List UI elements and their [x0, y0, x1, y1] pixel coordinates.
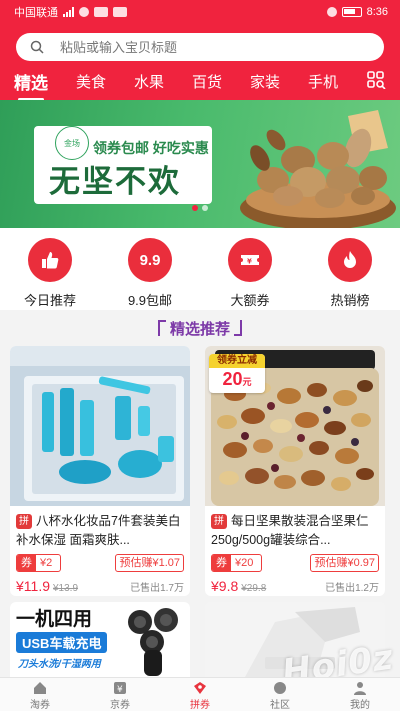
shaver-image [128, 608, 178, 676]
original-price: ¥29.8 [241, 583, 267, 594]
home-icon [34, 682, 46, 694]
bottom-navigation: 淘券 ¥ 京券 拼券 社区 我的 [0, 677, 400, 711]
search-icon [30, 40, 44, 54]
price: ¥9.8 [211, 578, 239, 594]
product-card[interactable]: 领券立减 20元 拼每日坚果散装混合坚果仁250g/500g罐装综合... 券 ¥… [205, 346, 385, 596]
app-notification-icon [113, 7, 127, 17]
tab-featured[interactable]: 精选 [0, 69, 62, 94]
entry-hot-sales[interactable]: 热销榜 [300, 228, 400, 310]
user-icon [354, 682, 366, 695]
entry-label: 今日推荐 [23, 293, 76, 308]
discount-badge: 领券立减 20元 [209, 354, 265, 393]
community-icon [274, 682, 286, 694]
category-tabs: 精选 美食 水果 百货 家装 手机 [0, 64, 400, 98]
notification-icon [94, 7, 108, 17]
bluetooth-icon [326, 7, 337, 17]
product-title: 拼每日坚果散装混合坚果仁250g/500g罐装综合... [211, 514, 369, 547]
tab-general[interactable]: 百货 [178, 71, 236, 92]
walnut-bowl-image [240, 110, 396, 228]
section-title: 精选推荐 [157, 318, 243, 339]
banner-subtitle: 领券包邮 好吃实惠 [93, 140, 209, 156]
entry-label: 热销榜 [330, 293, 370, 308]
battery-icon [341, 7, 362, 17]
entry-label: 大额券 [230, 293, 270, 308]
tab-phone[interactable]: 手机 [294, 71, 352, 92]
category-grid-button[interactable] [364, 69, 390, 91]
clock: 8:36 [366, 6, 388, 18]
tab-food[interactable]: 美食 [62, 71, 120, 92]
entry-label: 9.9包邮 [127, 293, 173, 308]
grid-search-icon [367, 71, 386, 89]
nav-pinquan[interactable]: 拼券 [160, 678, 240, 711]
tab-fruit[interactable]: 水果 [120, 71, 178, 92]
nav-community[interactable]: 社区 [240, 678, 320, 711]
product-card-shaver[interactable]: 一机四用 USB车载充电 刀头水洗/干湿两用 [10, 602, 190, 677]
section-header: 精选推荐 [0, 310, 400, 346]
status-bar: 中国联通 8:36 [0, 0, 400, 24]
carrier-label: 中国联通 [14, 7, 58, 19]
coupon-badge[interactable]: 券 ¥20 [211, 554, 263, 572]
product-image: 领券立减 20元 [205, 346, 385, 506]
price-9-9-icon: 9.9 [128, 238, 172, 282]
estimated-earn: 预估赚¥1.07 [115, 554, 184, 572]
tag-icon: ¥ [114, 682, 126, 695]
wifi-icon [79, 7, 89, 17]
tab-home[interactable]: 家装 [236, 71, 294, 92]
nav-mine[interactable]: 我的 [320, 678, 400, 711]
flame-icon [328, 238, 372, 282]
promo-subtitle: USB车载充电 [16, 632, 108, 653]
promo-title: 一机四用 [16, 609, 93, 630]
coupon-badge[interactable]: 券 ¥2 [16, 554, 62, 572]
banner-title: 无坚不欢 [49, 164, 181, 199]
svg-text:¥: ¥ [117, 685, 123, 695]
promo-banner[interactable]: 金场 领券包邮 好吃实惠 无坚不欢 [0, 100, 400, 228]
sold-count: 已售出1.7万 [130, 583, 184, 594]
original-price: ¥13.9 [53, 583, 79, 594]
svg-text:¥: ¥ [247, 258, 252, 266]
entry-big-coupon[interactable]: ¥ 大额券 [200, 228, 300, 310]
estimated-earn: 预估赚¥0.97 [310, 554, 379, 572]
sold-count: 已售出1.2万 [325, 583, 379, 594]
price: ¥11.9 [16, 578, 50, 594]
coupon-icon [194, 682, 206, 694]
promo-note: 刀头水洗/干湿两用 [18, 659, 101, 670]
signal-icon [63, 7, 74, 17]
banner-pagination [192, 205, 208, 211]
quick-entry-bar: 今日推荐 9.9 9.9包邮 ¥ 大额券 热销榜 [0, 228, 400, 310]
nav-jingquan[interactable]: ¥ 京券 [80, 678, 160, 711]
ticket-icon: ¥ [228, 238, 272, 282]
search-input[interactable] [60, 39, 360, 55]
thumbs-up-icon [28, 238, 72, 282]
pinduoduo-tag: 拼 [16, 514, 32, 529]
search-bar[interactable] [16, 33, 384, 61]
app-header: 中国联通 8:36 精选 美食 水果 百货 家装 手机 [0, 0, 400, 100]
product-image [10, 346, 190, 506]
nav-taoquan[interactable]: 淘券 [0, 678, 80, 711]
entry-9-9-free-shipping[interactable]: 9.9 9.9包邮 [100, 228, 200, 310]
banner-tag: 金场 [55, 126, 89, 160]
pinduoduo-tag: 拼 [211, 514, 227, 529]
product-card[interactable]: 拼八杯水化妆品7件套装美白补水保湿 面霜爽肤... 券 ¥2 预估赚¥1.07 ¥… [10, 346, 190, 596]
product-title: 拼八杯水化妆品7件套装美白补水保湿 面霜爽肤... [16, 514, 181, 547]
entry-today-recommend[interactable]: 今日推荐 [0, 228, 100, 310]
